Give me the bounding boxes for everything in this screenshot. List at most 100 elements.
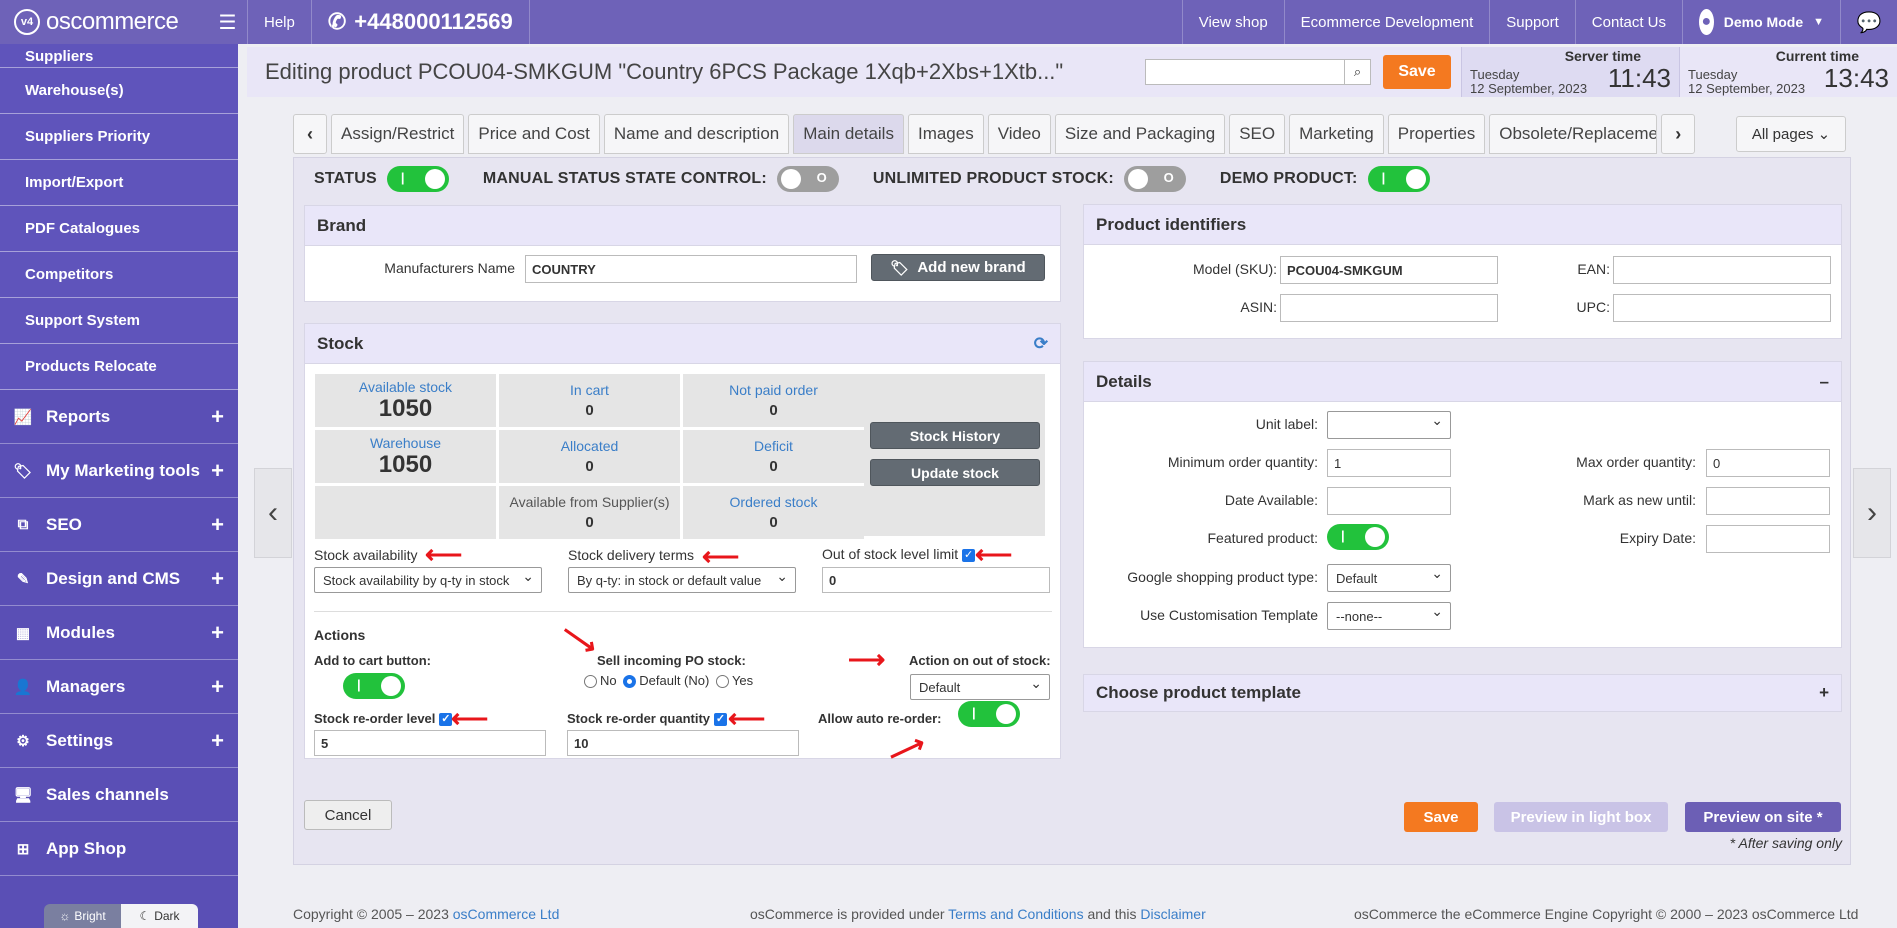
out-of-stock-limit-input[interactable]: 0 (822, 567, 1050, 593)
sidebar-item-support-system[interactable]: Support System (0, 298, 238, 344)
stock-cell-key[interactable]: Warehouse (370, 435, 441, 451)
sidebar-item-products-relocate[interactable]: Products Relocate (0, 344, 238, 390)
out-of-stock-limit-checkbox[interactable]: ✓ (962, 548, 976, 562)
status-toggle[interactable]: | (386, 166, 449, 192)
refresh-icon[interactable]: ⟳ (1034, 334, 1048, 354)
stock-cell-key[interactable]: Deficit (754, 438, 793, 454)
sidebar-item-sales-channels[interactable]: 🖥 Sales channels (0, 768, 238, 822)
max-order-input[interactable]: 0 (1706, 449, 1830, 477)
phone-link[interactable]: ✆ +448000112569 (312, 0, 530, 44)
expiry-input[interactable] (1706, 525, 1830, 553)
google-type-select[interactable]: Default (1327, 564, 1451, 592)
tab-assign-restrict[interactable]: Assign/Restrict (331, 114, 465, 154)
bottom-save-button[interactable]: Save (1404, 802, 1478, 832)
tab-scroll-right-icon[interactable]: › (1661, 114, 1696, 154)
all-pages-dropdown[interactable]: All pages ⌄ (1736, 116, 1846, 152)
manual-status-toggle[interactable]: O (776, 166, 839, 192)
sidebar-item-suppliers-priority[interactable]: Suppliers Priority (0, 114, 238, 160)
preview-site-button[interactable]: Preview on site * (1685, 802, 1841, 832)
user-menu[interactable]: ● Demo Mode ▼ (1683, 0, 1841, 44)
demo-product-toggle[interactable]: | (1367, 166, 1430, 192)
tab-scroll-left-icon[interactable]: ‹ (293, 114, 327, 154)
save-button[interactable]: Save (1383, 55, 1451, 89)
sidebar-item-modules[interactable]: ▦ Modules + (0, 606, 238, 660)
ecommerce-development-link[interactable]: Ecommerce Development (1285, 0, 1491, 44)
sidebar-item-settings[interactable]: ⚙ Settings + (0, 714, 238, 768)
featured-toggle[interactable]: | (1327, 524, 1389, 550)
sidebar-item-pdf-catalogues[interactable]: PDF Catalogues (0, 206, 238, 252)
expand-icon[interactable]: + (1819, 683, 1829, 703)
tab-images[interactable]: Images (907, 114, 984, 154)
tab-seo[interactable]: SEO (1229, 114, 1286, 154)
theme-bright-button[interactable]: ☼ Bright (44, 904, 121, 928)
next-product-icon[interactable]: › (1853, 468, 1891, 558)
sidebar-item-competitors[interactable]: Competitors (0, 252, 238, 298)
logo[interactable]: v4 oscommerce (0, 0, 208, 44)
terms-link[interactable]: Terms and Conditions (948, 906, 1083, 922)
help-link[interactable]: Help (248, 0, 312, 44)
reorder-qty-checkbox[interactable]: ✓ (714, 713, 728, 727)
reorder-level-input[interactable]: 5 (314, 730, 546, 756)
radio-yes[interactable] (715, 675, 729, 689)
product-template-panel[interactable]: Choose product template + (1083, 674, 1842, 712)
radio-default[interactable] (623, 675, 637, 689)
tab-properties[interactable]: Properties (1387, 114, 1486, 154)
unit-label-select[interactable] (1327, 411, 1451, 439)
sidebar-item-managers[interactable]: 👤 Managers + (0, 660, 238, 714)
disclaimer-link[interactable]: Disclaimer (1140, 906, 1205, 922)
stock-cell-key[interactable]: Available stock (359, 379, 452, 395)
prev-product-icon[interactable]: ‹ (254, 468, 292, 558)
add-new-brand-button[interactable]: 🏷 Add new brand (871, 254, 1045, 281)
sidebar-item-reports[interactable]: 📈 Reports + (0, 390, 238, 444)
mark-new-input[interactable] (1706, 487, 1830, 515)
company-link[interactable]: osCommerce Ltd (453, 906, 560, 922)
stock-cell-key[interactable]: Ordered stock (730, 494, 818, 510)
customisation-select[interactable]: --none-- (1327, 602, 1451, 630)
stock-cell-key[interactable]: Allocated (561, 438, 619, 454)
view-shop-link[interactable]: View shop (1181, 0, 1285, 44)
theme-dark-button[interactable]: ☾ Dark (121, 904, 198, 928)
upc-input[interactable] (1613, 294, 1831, 322)
tab-price-and-cost[interactable]: Price and Cost (468, 114, 600, 154)
sidebar-item-seo[interactable]: ⧉ SEO + (0, 498, 238, 552)
update-stock-button[interactable]: Update stock (870, 459, 1040, 486)
stock-history-button[interactable]: Stock History (870, 422, 1040, 449)
date-available-input[interactable] (1327, 487, 1451, 515)
support-link[interactable]: Support (1490, 0, 1576, 44)
stock-cell-key[interactable]: Not paid order (729, 382, 818, 398)
preview-lightbox-button[interactable]: Preview in light box (1494, 802, 1668, 832)
stock-delivery-select[interactable]: By q-ty: in stock or default value (568, 567, 796, 593)
auto-reorder-toggle[interactable]: | (958, 701, 1020, 727)
search-input[interactable] (1145, 59, 1345, 85)
asin-input[interactable] (1280, 294, 1498, 322)
sidebar-item-import-export[interactable]: Import/Export (0, 160, 238, 206)
ean-input[interactable] (1613, 256, 1831, 284)
tab-name-and-description[interactable]: Name and description (603, 114, 790, 154)
menu-icon[interactable]: ☰ (208, 0, 248, 44)
stock-cell-key[interactable]: In cart (570, 382, 609, 398)
tab-size-and-packaging[interactable]: Size and Packaging (1054, 114, 1226, 154)
sidebar-item-suppliers[interactable]: Suppliers (0, 44, 238, 68)
tab-video[interactable]: Video (987, 114, 1051, 154)
model-sku-input[interactable]: PCOU04-SMKGUM (1280, 256, 1498, 284)
cancel-button[interactable]: Cancel (304, 800, 392, 830)
add-to-cart-toggle[interactable]: | (343, 673, 405, 699)
min-order-input[interactable]: 1 (1327, 449, 1451, 477)
tab-obsolete-replacement[interactable]: Obsolete/Replacement (1489, 114, 1658, 154)
collapse-icon[interactable]: – (1820, 372, 1829, 392)
sidebar-item-warehouses[interactable]: Warehouse(s) (0, 68, 238, 114)
sidebar-item-app-shop[interactable]: ⊞ App Shop (0, 822, 238, 876)
tab-marketing[interactable]: Marketing (1289, 114, 1384, 154)
sidebar-item-design-cms[interactable]: ✎ Design and CMS + (0, 552, 238, 606)
unlimited-stock-toggle[interactable]: O (1123, 166, 1186, 192)
sidebar-item-marketing-tools[interactable]: 🏷 My Marketing tools + (0, 444, 238, 498)
action-out-of-stock-select[interactable]: Default (910, 674, 1050, 700)
tab-main-details[interactable]: Main details (793, 114, 904, 154)
reorder-qty-input[interactable]: 10 (567, 730, 799, 756)
chat-icon[interactable]: 💬 (1841, 0, 1897, 44)
radio-no[interactable] (584, 675, 597, 689)
manufacturer-input[interactable]: COUNTRY (525, 255, 857, 283)
stock-availability-select[interactable]: Stock availability by q-ty in stock (314, 567, 542, 593)
search-icon[interactable]: ⌕ (1345, 59, 1371, 85)
contact-us-link[interactable]: Contact Us (1576, 0, 1683, 44)
